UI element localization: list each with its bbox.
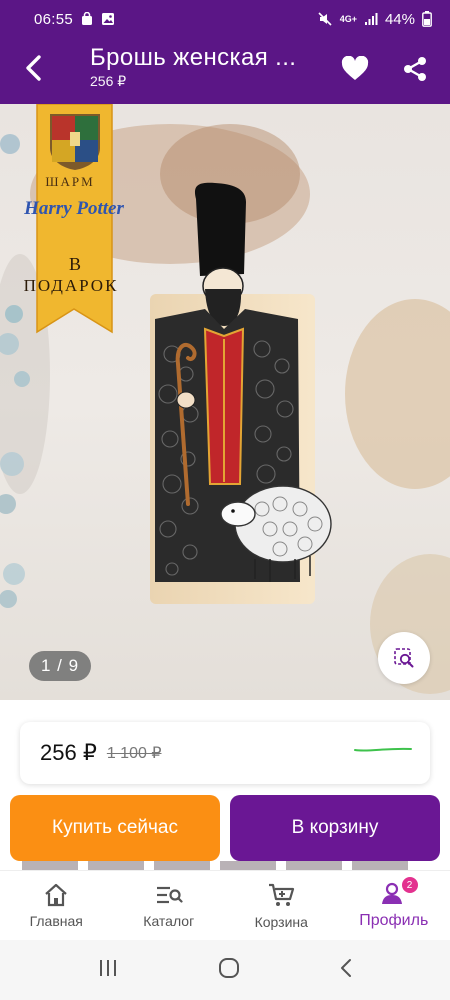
app-bar: Брошь женская ... 256 ₽ xyxy=(0,38,450,104)
price-card: 256 ₽ 1 100 ₽ xyxy=(20,722,430,784)
page-subtitle-price: 256 ₽ xyxy=(90,73,127,89)
image-search-button[interactable] xyxy=(378,632,430,684)
thumbnail[interactable] xyxy=(220,861,276,870)
status-bar: 06:55 4G+ 44% xyxy=(0,0,450,38)
recent-apps-button[interactable] xyxy=(97,958,119,983)
nav-catalog[interactable]: Каталог xyxy=(113,871,226,941)
thumbnail[interactable] xyxy=(286,861,342,870)
title-block: Брошь женская ... 256 ₽ xyxy=(90,44,330,90)
page-title: Брошь женская ... xyxy=(90,44,297,71)
shopping-bag-icon xyxy=(80,12,94,26)
catalog-icon xyxy=(156,886,183,904)
recent-apps-icon xyxy=(100,959,117,976)
nav-profile-label: Профиль xyxy=(359,912,429,929)
status-time: 06:55 xyxy=(34,10,74,28)
price-indicator-line xyxy=(354,747,412,752)
thumbnail[interactable] xyxy=(88,861,144,870)
screen: 06:55 4G+ 44% Брошь женская ... 256 ₽ ША… xyxy=(0,0,450,1000)
chevron-left-icon xyxy=(26,55,41,81)
battery-icon xyxy=(422,11,432,27)
add-to-cart-button[interactable]: В корзину xyxy=(230,795,440,861)
status-left: 06:55 xyxy=(34,11,115,28)
nav-home-label: Главная xyxy=(29,913,83,929)
buy-now-button[interactable]: Купить сейчас xyxy=(10,795,220,861)
promo-text-sharm: ШАРМ xyxy=(45,174,95,189)
home-button[interactable] xyxy=(218,957,240,984)
nav-profile[interactable]: 2 Профиль xyxy=(338,871,450,941)
thumbnail[interactable] xyxy=(154,861,210,870)
product-image-gallery[interactable]: ШАРМ Harry Potter В ПОДАРОК xyxy=(0,104,450,700)
system-navigation xyxy=(0,940,450,1000)
thumbnail[interactable] xyxy=(352,861,408,870)
cart-icon xyxy=(269,883,295,906)
nav-catalog-label: Каталог xyxy=(143,913,195,929)
home-circle-icon xyxy=(218,957,239,978)
promo-text-brand: Harry Potter xyxy=(24,198,124,219)
nav-cart[interactable]: Корзина xyxy=(225,871,338,941)
share-icon xyxy=(404,57,426,81)
back-button[interactable] xyxy=(16,50,52,86)
network-type: 4G+ xyxy=(339,13,357,24)
image-counter: 1 / 9 xyxy=(29,651,91,681)
nav-home[interactable]: Главная xyxy=(0,871,113,941)
signal-icon xyxy=(364,12,378,26)
profile-badge: 2 xyxy=(401,877,418,893)
thumbnail[interactable] xyxy=(22,861,78,870)
image-search-icon xyxy=(394,648,414,668)
share-button[interactable] xyxy=(398,52,432,86)
mute-icon xyxy=(317,11,333,27)
back-arrow-icon xyxy=(340,958,351,977)
promo-text-gift: ПОДАРОК xyxy=(23,276,119,295)
promo-text-v: В xyxy=(68,254,81,274)
thumbnail-strip xyxy=(0,861,450,870)
status-right: 4G+ 44% xyxy=(317,11,432,28)
bottom-navigation: Главная Каталог Корзина 2 Профиль xyxy=(0,870,450,940)
favorite-button[interactable] xyxy=(338,52,372,86)
system-back-button[interactable] xyxy=(339,958,353,983)
current-price: 256 ₽ xyxy=(40,740,97,765)
product-photo xyxy=(0,104,450,694)
heart-icon xyxy=(341,56,369,80)
gallery-icon xyxy=(101,12,115,26)
old-price: 1 100 ₽ xyxy=(106,745,162,762)
battery-percent: 44% xyxy=(384,10,415,28)
home-icon xyxy=(45,883,67,907)
nav-cart-label: Корзина xyxy=(254,914,308,930)
